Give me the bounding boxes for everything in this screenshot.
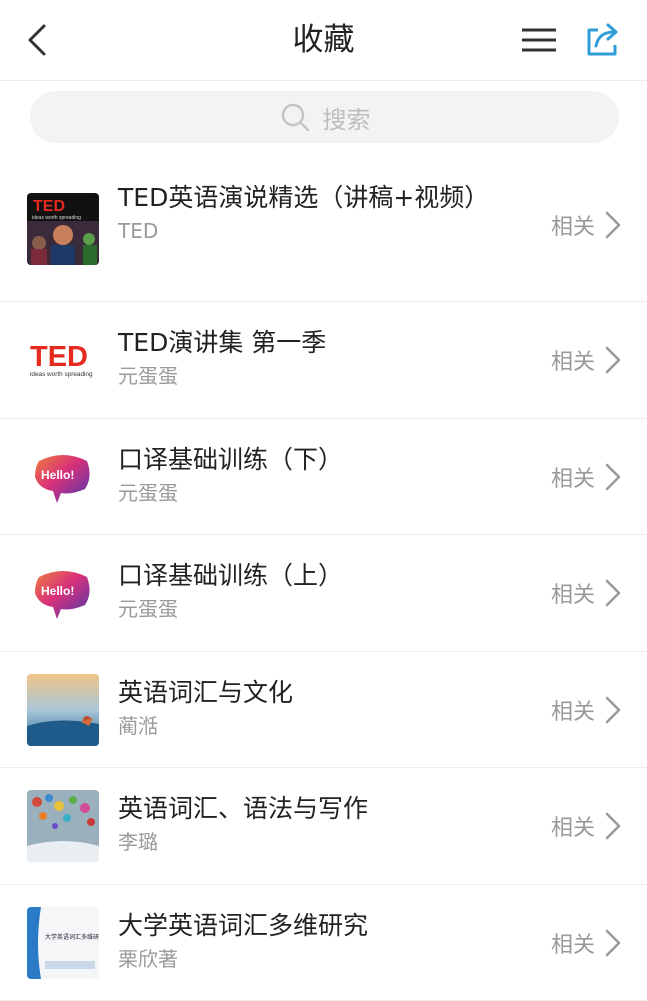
back-button[interactable] <box>18 20 58 60</box>
item-title: 英语词汇与文化 <box>118 676 537 710</box>
chevron-left-icon <box>18 20 58 60</box>
ted-tagline: ideas worth spreading <box>30 371 93 378</box>
book-cover-thumbnail <box>27 790 99 862</box>
list-item[interactable]: 英语词汇与文化 蔺湉 相关 <box>0 652 647 769</box>
item-title: 口译基础训练（上） <box>118 559 537 593</box>
list-item[interactable]: Hello! 口译基础训练（上） 元蛋蛋 相关 <box>0 535 647 652</box>
item-author: TED <box>118 217 537 245</box>
item-author: 蔺湉 <box>118 712 537 740</box>
ted-tagline: ideas worth spreading <box>32 215 81 221</box>
ted-logo-thumbnail: TED ideas worth spreading <box>27 324 99 396</box>
list-item[interactable]: 大学英语词汇多维研究 大学英语词汇多维研究 栗欣著 相关 <box>0 885 647 1001</box>
related-label: 相关 <box>551 577 595 609</box>
chevron-right-icon <box>603 345 623 375</box>
related-button[interactable]: 相关 <box>551 577 623 609</box>
chevron-right-icon <box>603 210 623 240</box>
hello-bubble-thumbnail: Hello! <box>27 441 99 513</box>
related-label: 相关 <box>551 927 595 959</box>
item-title: TED演讲集 第一季 <box>118 326 537 360</box>
related-label: 相关 <box>551 209 595 241</box>
list-item[interactable]: TED ideas worth spreading TED演讲集 第一季 元蛋蛋… <box>0 302 647 419</box>
list-item[interactable]: TED ideas worth spreading TED英语演说精选（讲稿+视… <box>0 153 647 302</box>
related-button[interactable]: 相关 <box>551 927 623 959</box>
related-label: 相关 <box>551 810 595 842</box>
book-cover-title: 大学英语词汇多维研究 <box>45 933 99 941</box>
search-area: 搜索 <box>0 81 647 153</box>
related-label: 相关 <box>551 344 595 376</box>
favorites-list: TED ideas worth spreading TED英语演说精选（讲稿+视… <box>0 153 647 1001</box>
book-cover-thumbnail <box>27 674 99 746</box>
chevron-right-icon <box>603 811 623 841</box>
hello-text: Hello! <box>41 584 74 598</box>
related-button[interactable]: 相关 <box>551 810 623 842</box>
ted-video-thumbnail: TED ideas worth spreading <box>27 193 99 265</box>
ted-logo-text: TED <box>30 341 88 373</box>
list-item[interactable]: Hello! 口译基础训练（下） 元蛋蛋 相关 <box>0 419 647 536</box>
related-button[interactable]: 相关 <box>551 209 623 241</box>
related-button[interactable]: 相关 <box>551 694 623 726</box>
item-author: 李璐 <box>118 828 537 856</box>
share-icon <box>582 18 624 60</box>
item-title: TED英语演说精选（讲稿+视频） <box>118 181 537 215</box>
menu-button[interactable] <box>518 20 560 60</box>
related-label: 相关 <box>551 461 595 493</box>
book-cover-thumbnail: 大学英语词汇多维研究 <box>27 907 99 979</box>
navigation-bar: 收藏 <box>0 0 647 81</box>
item-title: 英语词汇、语法与写作 <box>118 792 537 826</box>
related-label: 相关 <box>551 694 595 726</box>
item-author: 元蛋蛋 <box>118 479 537 507</box>
chevron-right-icon <box>603 695 623 725</box>
share-button[interactable] <box>582 18 624 60</box>
search-input[interactable]: 搜索 <box>30 91 619 143</box>
item-author: 栗欣著 <box>118 945 537 973</box>
chevron-right-icon <box>603 578 623 608</box>
hello-bubble-thumbnail: Hello! <box>27 557 99 629</box>
item-author: 元蛋蛋 <box>118 362 537 390</box>
item-title: 口译基础训练（下） <box>118 443 537 477</box>
related-button[interactable]: 相关 <box>551 461 623 493</box>
item-title: 大学英语词汇多维研究 <box>118 909 537 943</box>
hello-text: Hello! <box>41 468 74 482</box>
item-author: 元蛋蛋 <box>118 595 537 623</box>
related-button[interactable]: 相关 <box>551 344 623 376</box>
search-icon <box>279 101 311 133</box>
ted-logo-text: TED <box>33 198 65 215</box>
list-item[interactable]: 英语词汇、语法与写作 李璐 相关 <box>0 768 647 885</box>
search-placeholder: 搜索 <box>323 100 371 135</box>
chevron-right-icon <box>603 928 623 958</box>
hamburger-icon <box>518 20 560 60</box>
chevron-right-icon <box>603 462 623 492</box>
